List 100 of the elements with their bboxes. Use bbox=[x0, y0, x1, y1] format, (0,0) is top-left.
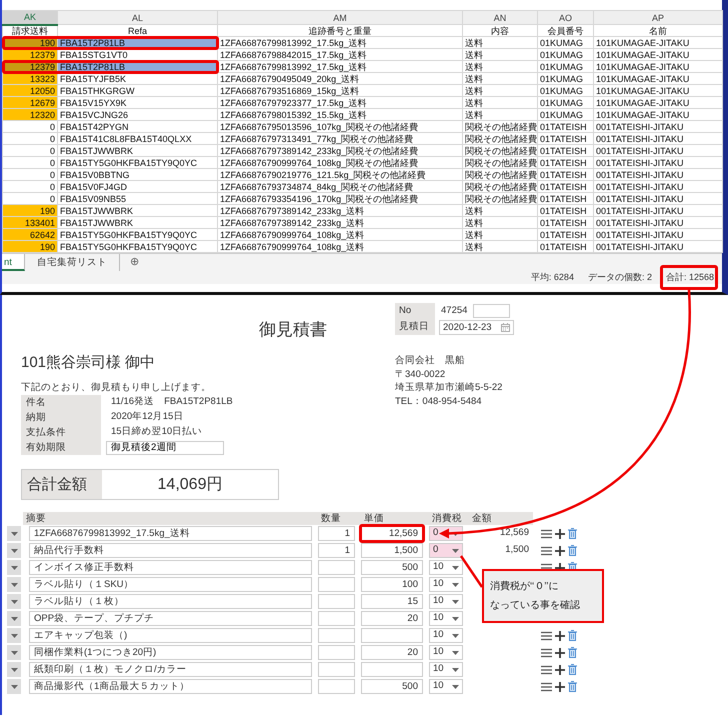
description-field[interactable]: ラベル貼り（１枚） bbox=[29, 594, 312, 609]
add-sheet-button[interactable]: ⊕ bbox=[120, 254, 150, 271]
date-field[interactable]: 2020-12-23 bbox=[439, 320, 514, 334]
caret-icon bbox=[452, 684, 459, 688]
plus-icon[interactable] bbox=[555, 664, 565, 674]
description-field[interactable]: OPP袋、テープ、プチプチ bbox=[29, 611, 312, 626]
menu-icon[interactable] bbox=[541, 546, 552, 556]
plus-icon[interactable] bbox=[555, 682, 565, 692]
unit-price-field[interactable]: 100 bbox=[361, 577, 423, 592]
tax-dropdown[interactable]: 10 bbox=[429, 577, 463, 592]
column-header[interactable]: AP bbox=[594, 10, 722, 24]
row-menu-button[interactable] bbox=[7, 611, 21, 626]
description-field[interactable]: 1ZFA66876799813992_17.5kg_送料 bbox=[29, 526, 312, 541]
description-field[interactable]: ラベル貼り（１SKU） bbox=[29, 577, 312, 592]
row-menu-button[interactable] bbox=[7, 594, 21, 609]
table-cell: 送料 bbox=[462, 204, 538, 216]
trash-icon[interactable] bbox=[568, 664, 577, 675]
row-menu-button[interactable] bbox=[7, 628, 21, 643]
calendar-icon[interactable] bbox=[501, 322, 510, 332]
quantity-field[interactable] bbox=[318, 611, 355, 626]
unit-price-field[interactable]: 500 bbox=[361, 560, 423, 575]
tax-dropdown[interactable]: 10 bbox=[429, 628, 463, 643]
plus-icon[interactable] bbox=[555, 630, 565, 640]
quantity-field[interactable]: 1 bbox=[318, 543, 355, 558]
description-field[interactable]: 紙類印刷（１枚）モノクロ/カラー bbox=[29, 662, 312, 677]
table-cell: FBA15V15YX9K bbox=[58, 96, 218, 108]
plus-icon[interactable] bbox=[555, 546, 565, 556]
menu-icon[interactable] bbox=[541, 648, 552, 658]
row-menu-button[interactable] bbox=[7, 543, 21, 558]
tax-dropdown[interactable]: 10 bbox=[429, 611, 463, 626]
table-cell: 001TATEISHI-JITAKU bbox=[594, 204, 722, 216]
table-cell: FBA15THKGRGW bbox=[58, 84, 218, 96]
table-cell: FBA15TJWWBRK bbox=[58, 204, 218, 216]
trash-icon[interactable] bbox=[568, 545, 577, 556]
row-menu-button[interactable] bbox=[7, 577, 21, 592]
plus-icon[interactable] bbox=[555, 528, 565, 538]
menu-icon[interactable] bbox=[541, 630, 552, 640]
unit-price-field[interactable]: 500 bbox=[361, 679, 423, 694]
menu-icon[interactable] bbox=[541, 664, 552, 674]
tax-dropdown[interactable]: 0 bbox=[429, 543, 463, 558]
table-cell: 1ZFA66876797389142_233kg_送料 bbox=[218, 216, 462, 228]
row-menu-button[interactable] bbox=[7, 560, 21, 575]
trash-icon[interactable] bbox=[568, 647, 577, 658]
row-menu-button[interactable] bbox=[7, 679, 21, 694]
caret-icon bbox=[10, 668, 18, 672]
unit-price-field[interactable]: 1,500 bbox=[361, 543, 423, 558]
trash-icon[interactable] bbox=[568, 630, 577, 641]
unit-price-field[interactable] bbox=[361, 628, 423, 643]
table-cell: FBA15VCJNG26 bbox=[58, 108, 218, 120]
column-header: 金額 bbox=[469, 512, 533, 525]
row-menu-button[interactable] bbox=[7, 645, 21, 660]
unit-price-field[interactable] bbox=[361, 662, 423, 677]
sheet-tab[interactable]: nt bbox=[2, 254, 25, 271]
column-header[interactable]: AN bbox=[462, 10, 538, 24]
description-field[interactable]: 納品代行手数料 bbox=[29, 543, 312, 558]
header-cell: 内容 bbox=[462, 24, 538, 36]
company-address-line: 埼玉県草加市瀬崎5-5-22 bbox=[395, 381, 504, 394]
detail-value: 2020年12月15日 bbox=[110, 410, 184, 424]
unit-price-field[interactable]: 15 bbox=[361, 594, 423, 609]
column-header[interactable]: AL bbox=[58, 10, 218, 24]
tax-dropdown[interactable]: 10 bbox=[429, 560, 463, 575]
quantity-field[interactable]: 1 bbox=[318, 526, 355, 541]
caret-icon bbox=[10, 634, 18, 638]
column-header[interactable]: AK bbox=[2, 10, 58, 24]
caret-icon bbox=[10, 684, 18, 688]
validity-field[interactable]: 御見積後2週間 bbox=[106, 440, 224, 454]
quantity-field[interactable] bbox=[318, 577, 355, 592]
quantity-field[interactable] bbox=[318, 594, 355, 609]
description-field[interactable]: エアキャップ包装（) bbox=[29, 628, 312, 643]
description-field[interactable]: 同梱作業料(1つにつき20円) bbox=[29, 645, 312, 660]
trash-icon[interactable] bbox=[568, 528, 577, 539]
quantity-field[interactable] bbox=[318, 560, 355, 575]
tax-dropdown[interactable]: 10 bbox=[429, 679, 463, 694]
description-field[interactable]: インボイス修正手数料 bbox=[29, 560, 312, 575]
quantity-field[interactable] bbox=[318, 662, 355, 677]
trash-icon[interactable] bbox=[568, 681, 577, 692]
unit-price-field[interactable]: 20 bbox=[361, 645, 423, 660]
menu-icon[interactable] bbox=[541, 528, 552, 538]
tax-dropdown[interactable]: 10 bbox=[429, 645, 463, 660]
column-header[interactable]: AM bbox=[218, 10, 462, 24]
table-cell: 01TATEISH bbox=[538, 180, 594, 192]
table-cell: 001TATEISHI-JITAKU bbox=[594, 132, 722, 144]
recipient-name: 101熊谷崇司様 御中 bbox=[20, 353, 156, 373]
row-menu-button[interactable] bbox=[7, 662, 21, 677]
unit-price-field[interactable]: 20 bbox=[361, 611, 423, 626]
column-header[interactable]: AO bbox=[538, 10, 594, 24]
quantity-field[interactable] bbox=[318, 645, 355, 660]
menu-icon[interactable] bbox=[541, 682, 552, 692]
detail-label: 有効期限 bbox=[21, 440, 101, 455]
tax-dropdown[interactable]: 10 bbox=[429, 594, 463, 609]
blank-field[interactable] bbox=[473, 304, 510, 318]
quantity-field[interactable] bbox=[318, 679, 355, 694]
caret-icon bbox=[452, 566, 459, 570]
tax-dropdown[interactable]: 10 bbox=[429, 662, 463, 677]
row-menu-button[interactable] bbox=[7, 526, 21, 541]
description-field[interactable]: 商品撮影代（1商品最大５カット） bbox=[29, 679, 312, 694]
quantity-field[interactable] bbox=[318, 628, 355, 643]
plus-icon[interactable] bbox=[555, 648, 565, 658]
caret-icon bbox=[10, 650, 18, 654]
caret-icon bbox=[452, 582, 459, 586]
